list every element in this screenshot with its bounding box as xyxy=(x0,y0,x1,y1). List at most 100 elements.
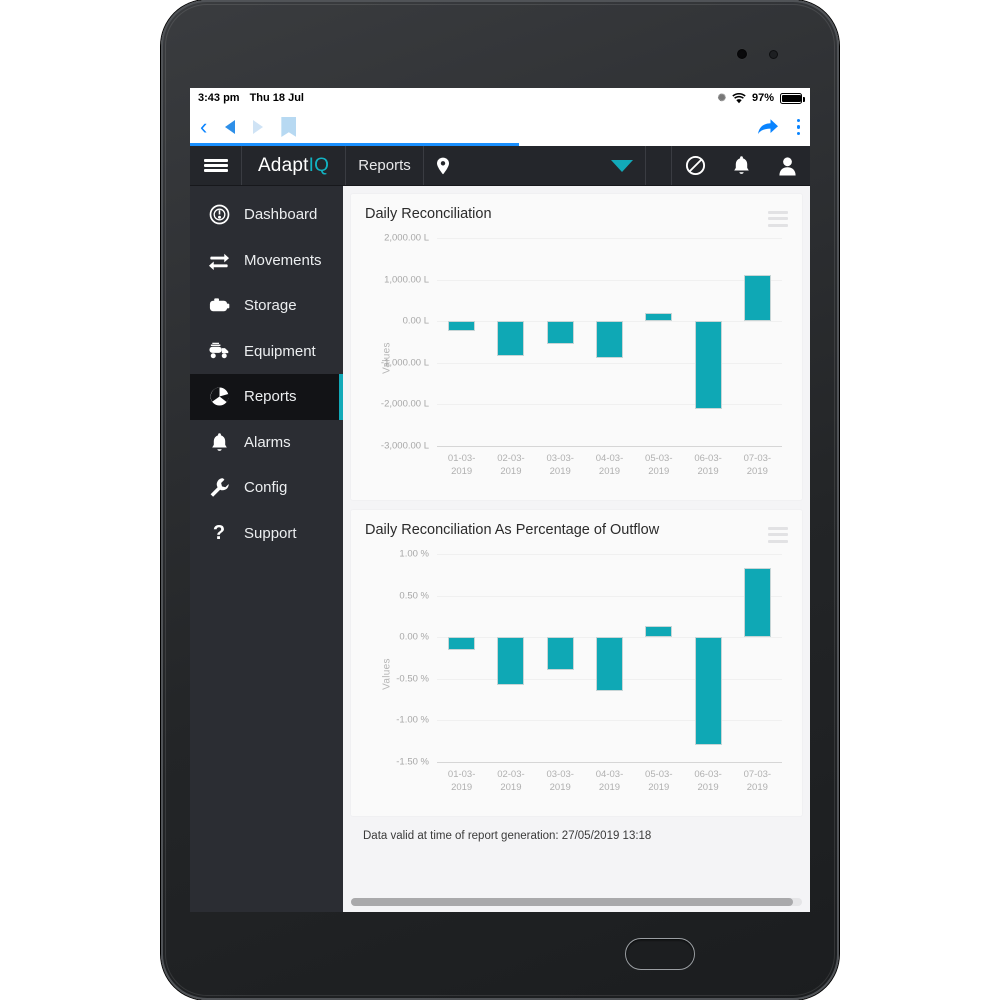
chart-bar[interactable] xyxy=(546,321,574,345)
sidebar-item-label: Storage xyxy=(244,297,297,315)
sidebar-item-label: Equipment xyxy=(244,342,316,360)
y-axis-tick-label: 0.00 % xyxy=(399,631,429,643)
x-axis-tick-label: 02-03- 2019 xyxy=(497,769,525,793)
sidebar-item-config[interactable]: Config xyxy=(190,465,343,511)
chart-bar[interactable] xyxy=(448,321,476,331)
tank-icon xyxy=(208,297,230,314)
horizontal-scrollbar[interactable] xyxy=(351,898,802,906)
battery-percentage: 97% xyxy=(751,92,774,104)
chart-bar[interactable] xyxy=(595,637,624,692)
sidebar-navigation: Dashboard Movements Storage Equipment Re… xyxy=(190,186,343,912)
y-axis-label: Values xyxy=(381,658,393,690)
chart-bar[interactable] xyxy=(595,321,624,358)
x-axis-tick-label: 04-03- 2019 xyxy=(595,453,624,477)
x-axis-tick-label: 03-03- 2019 xyxy=(546,453,574,477)
report-generation-note: Data valid at time of report generation:… xyxy=(363,830,652,842)
map-pin-icon xyxy=(436,157,450,175)
chart-bar[interactable] xyxy=(645,626,673,638)
chart-daily-reconciliation-percentage: Values 1.00 % 0.50 % 0.00 % -0.50 % -1.00 % -… xyxy=(365,540,788,808)
share-icon[interactable] xyxy=(757,118,779,136)
chevron-left-icon[interactable]: ‹ xyxy=(200,116,207,138)
battery-icon xyxy=(780,92,805,104)
hamburger-menu-icon[interactable] xyxy=(190,146,242,185)
y-axis-tick-label: 2,000.00 L xyxy=(384,232,429,244)
grid-line xyxy=(437,762,782,763)
sidebar-item-alarms[interactable]: Alarms xyxy=(190,420,343,466)
grid-line xyxy=(437,554,782,555)
grid-line xyxy=(437,238,782,239)
bell-icon xyxy=(208,432,230,453)
y-axis-tick-label: -0.50 % xyxy=(396,673,429,685)
wifi-icon xyxy=(732,92,746,104)
y-axis-tick-label: 1.00 % xyxy=(399,548,429,560)
x-axis-tick-label: 01-03- 2019 xyxy=(447,453,476,477)
header-spacer xyxy=(646,146,672,185)
bookmark-icon[interactable] xyxy=(281,117,297,137)
card-title: Daily Reconciliation As Percentage of Ou… xyxy=(365,522,660,538)
header-action-icons xyxy=(672,146,810,185)
svg-text:?: ? xyxy=(213,523,225,544)
chart-bar[interactable] xyxy=(694,321,722,409)
sidebar-item-equipment[interactable]: Equipment xyxy=(190,329,343,375)
more-vertical-icon[interactable] xyxy=(796,118,800,136)
sidebar-item-dashboard[interactable]: Dashboard xyxy=(190,192,343,238)
x-axis-tick-label: 05-03- 2019 xyxy=(645,453,673,477)
report-scroll-region[interactable]: Daily Reconciliation Values 2,000.00 L 1,… xyxy=(343,186,810,912)
x-axis-tick-label: 05-03- 2019 xyxy=(645,769,673,793)
bluetooth-icon: ✺ xyxy=(717,92,726,104)
x-axis-tick-label: 04-03- 2019 xyxy=(595,769,624,793)
transfer-arrows-icon xyxy=(208,251,230,270)
grid-line xyxy=(437,446,782,447)
user-icon[interactable] xyxy=(764,156,810,176)
grid-line xyxy=(437,595,782,597)
chart-bar[interactable] xyxy=(743,568,771,638)
horizontal-scrollbar-thumb[interactable] xyxy=(351,898,793,906)
home-button[interactable] xyxy=(625,938,695,970)
ambient-light-sensor xyxy=(769,50,778,59)
question-mark-icon: ? xyxy=(208,523,230,544)
brand-name-accent: IQ xyxy=(308,154,330,176)
ios-status-bar: 3:43 pm Thu 18 Jul ✺ 97% xyxy=(190,88,810,108)
chart-bar[interactable] xyxy=(743,274,771,322)
y-axis-tick-label: -2,000.00 L xyxy=(380,398,429,410)
sidebar-item-label: Dashboard xyxy=(244,206,318,224)
bell-icon[interactable] xyxy=(718,155,764,176)
x-axis-tick-label: 06-03- 2019 xyxy=(694,453,722,477)
x-axis-tick-label: 01-03- 2019 xyxy=(447,769,476,793)
grid-line xyxy=(437,404,782,406)
y-axis-tick-label: -1,000.00 L xyxy=(380,357,429,369)
chart-bar[interactable] xyxy=(448,637,476,651)
brand-name-main: Adapt xyxy=(257,154,309,176)
triangle-forward-icon xyxy=(253,120,264,134)
chart-daily-reconciliation: Values 2,000.00 L 1,000.00 L 0.00 L -1,000.… xyxy=(365,224,788,492)
caret-down-icon[interactable] xyxy=(611,159,633,172)
sidebar-item-movements[interactable]: Movements xyxy=(190,238,343,284)
chart-bar[interactable] xyxy=(497,321,525,357)
triangle-back-icon[interactable] xyxy=(225,120,236,134)
chart-plot-area: 1.00 % 0.50 % 0.00 % -0.50 % -1.00 % -1.50 % 0… xyxy=(396,549,782,793)
adaptiq-app: Adapt IQ Reports Dashboard Movements Sto… xyxy=(190,146,810,912)
sidebar-item-support[interactable]: ? Support xyxy=(190,511,343,557)
location-selector[interactable] xyxy=(424,146,646,185)
block-icon[interactable] xyxy=(672,155,718,176)
chart-bar[interactable] xyxy=(645,313,673,322)
front-camera xyxy=(737,49,747,59)
status-time: 3:43 pm xyxy=(198,92,240,104)
y-axis-tick-label: 0.50 % xyxy=(399,590,429,602)
chart-bar[interactable] xyxy=(497,637,525,685)
y-axis-tick-label: -3,000.00 L xyxy=(380,440,429,452)
status-indicators: ✺ 97% xyxy=(717,92,805,104)
grid-line xyxy=(437,362,782,364)
chart-bar[interactable] xyxy=(694,637,722,746)
sidebar-item-storage[interactable]: Storage xyxy=(190,283,343,329)
sidebar-item-reports[interactable]: Reports xyxy=(190,374,343,420)
x-axis-tick-label: 03-03- 2019 xyxy=(546,769,574,793)
y-axis-tick-label: 0.00 L xyxy=(402,315,429,327)
sidebar-item-label: Alarms xyxy=(244,433,291,451)
chart-card-daily-reconciliation: Daily Reconciliation Values 2,000.00 L 1,… xyxy=(351,194,802,500)
wrench-icon xyxy=(208,477,230,498)
grid-line xyxy=(437,279,782,281)
header-section-label[interactable]: Reports xyxy=(346,146,424,185)
x-axis-tick-label: 07-03- 2019 xyxy=(743,453,772,477)
chart-bar[interactable] xyxy=(546,637,574,670)
